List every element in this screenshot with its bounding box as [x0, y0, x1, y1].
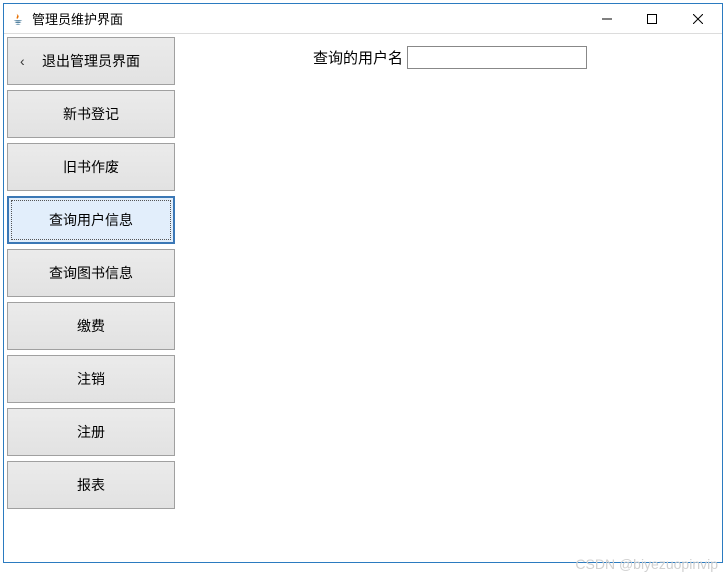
sidebar-item-label: 查询用户信息 — [49, 210, 133, 230]
sidebar-item-label: 注册 — [77, 422, 105, 442]
main-panel: 查询的用户名 — [178, 34, 722, 562]
sidebar-item-deregister[interactable]: 注销 — [7, 355, 175, 403]
sidebar-item-payment[interactable]: 缴费 — [7, 302, 175, 350]
sidebar-item-label: 报表 — [77, 475, 105, 495]
sidebar-item-discard-book[interactable]: 旧书作废 — [7, 143, 175, 191]
back-button-label: 退出管理员界面 — [42, 51, 140, 71]
application-window: 管理员维护界面 ‹ 退出管理员界面 新书登记 旧书作废 — [3, 3, 723, 563]
query-label: 查询的用户名 — [313, 47, 403, 68]
titlebar: 管理员维护界面 — [4, 4, 722, 34]
chevron-left-icon: ‹ — [20, 53, 25, 69]
back-button[interactable]: ‹ 退出管理员界面 — [7, 37, 175, 85]
sidebar-item-label: 注销 — [77, 369, 105, 389]
maximize-button[interactable] — [629, 4, 674, 33]
sidebar-item-label: 缴费 — [77, 316, 105, 336]
sidebar-item-report[interactable]: 报表 — [7, 461, 175, 509]
sidebar-item-new-book[interactable]: 新书登记 — [7, 90, 175, 138]
window-controls — [584, 4, 722, 33]
sidebar-item-label: 新书登记 — [63, 104, 119, 124]
close-button[interactable] — [674, 4, 722, 33]
window-title: 管理员维护界面 — [32, 9, 584, 28]
sidebar: ‹ 退出管理员界面 新书登记 旧书作废 查询用户信息 查询图书信息 缴费 注销 — [4, 34, 178, 562]
sidebar-item-query-user[interactable]: 查询用户信息 — [7, 196, 175, 244]
content-area: ‹ 退出管理员界面 新书登记 旧书作废 查询用户信息 查询图书信息 缴费 注销 — [4, 34, 722, 562]
minimize-button[interactable] — [584, 4, 629, 33]
username-input[interactable] — [407, 46, 587, 69]
sidebar-item-label: 旧书作废 — [63, 157, 119, 177]
java-icon — [10, 11, 26, 27]
sidebar-item-query-book[interactable]: 查询图书信息 — [7, 249, 175, 297]
query-row: 查询的用户名 — [198, 46, 702, 69]
sidebar-item-label: 查询图书信息 — [49, 263, 133, 283]
sidebar-item-register[interactable]: 注册 — [7, 408, 175, 456]
